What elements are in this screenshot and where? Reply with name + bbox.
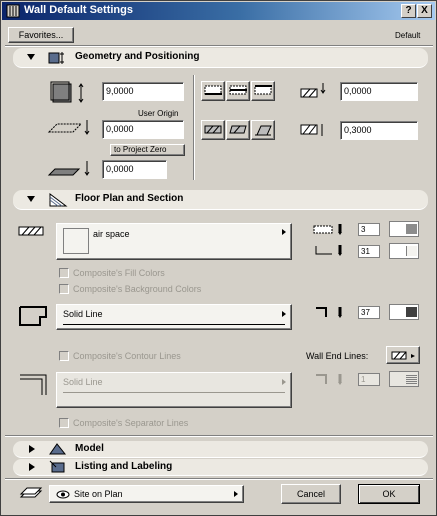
user-origin-label: User Origin: [138, 109, 179, 118]
listing-icon: [49, 460, 65, 473]
fill-preview: [63, 228, 89, 254]
composite-fill-colors-label: Composite's Fill Colors: [73, 268, 165, 278]
fill-pen-input[interactable]: 3: [358, 223, 380, 236]
project-zero-popup[interactable]: to Project Zero: [110, 144, 185, 156]
fill-pen-swatch[interactable]: [389, 221, 419, 237]
wall-base-input[interactable]: 0,0000: [102, 160, 167, 179]
default-label: Default: [395, 31, 421, 40]
separator-line-name: Solid Line: [63, 377, 103, 387]
model-section-title: Model: [75, 443, 104, 454]
cut-fill-popup[interactable]: air space: [56, 223, 292, 260]
model-section-header[interactable]: Model: [13, 441, 428, 458]
separator-line-icon: [20, 374, 47, 395]
line-preview: [63, 392, 285, 393]
layer-name: Site on Plan: [74, 489, 123, 499]
collapse-triangle-icon[interactable]: [29, 445, 35, 453]
background-pen-swatch[interactable]: [389, 243, 419, 259]
cancel-button[interactable]: Cancel: [281, 484, 341, 504]
thickness-icon: [300, 124, 323, 136]
background-pen-input[interactable]: 31: [358, 245, 380, 258]
composite-separator-lines-label: Composite's Separator Lines: [73, 418, 189, 428]
favorites-button[interactable]: Favorites...: [8, 27, 74, 43]
wall-default-settings-dialog: Wall Default Settings ? X Favorites... D…: [0, 0, 437, 516]
contour-line-icon: [19, 306, 47, 326]
composite-fill-colors-checkbox[interactable]: [59, 268, 69, 278]
wall-polygon-button[interactable]: [251, 120, 275, 140]
popup-arrow-icon: [282, 229, 286, 235]
composite-bg-colors-checkbox[interactable]: [59, 284, 69, 294]
geometry-icon: [48, 52, 64, 64]
contour-line-name: Solid Line: [63, 309, 103, 319]
floor-plan-section-title: Floor Plan and Section: [75, 193, 184, 204]
wall-height-input[interactable]: 9,0000: [102, 82, 184, 101]
contour-pen-swatch[interactable]: [389, 304, 419, 320]
cut-fill-icon: [18, 226, 44, 236]
floor-plan-section-header[interactable]: Floor Plan and Section: [13, 190, 428, 210]
fill-name: air space: [93, 229, 130, 239]
layers-icon: [19, 487, 43, 498]
wall-height-icon: [50, 81, 84, 103]
popup-arrow-icon: [282, 311, 286, 317]
window-title: Wall Default Settings: [24, 4, 133, 16]
separator-pen-swatch[interactable]: [389, 371, 419, 387]
expand-triangle-icon[interactable]: [27, 196, 35, 202]
divider: [5, 435, 433, 437]
listing-section-header[interactable]: Listing and Labeling: [13, 459, 428, 476]
composite-contour-lines-checkbox[interactable]: [59, 351, 69, 361]
ref-line-center-button[interactable]: [226, 81, 250, 101]
geometry-section-title: Geometry and Positioning: [75, 51, 200, 62]
separator-pen-icon: [316, 374, 342, 385]
model-icon: [49, 443, 67, 455]
composite-separator-lines-checkbox[interactable]: [59, 418, 69, 428]
contour-pen-icon: [316, 307, 342, 318]
close-button[interactable]: X: [417, 4, 432, 18]
title-bar[interactable]: Wall Default Settings ? X: [2, 2, 435, 20]
thickness-input[interactable]: 0,3000: [340, 121, 418, 140]
wall-offset-icon: [47, 120, 90, 135]
project-zero-label: to Project Zero: [114, 145, 167, 154]
contour-pen-input[interactable]: 37: [358, 306, 380, 319]
wall-base-icon: [47, 161, 90, 176]
separator-line-popup[interactable]: Solid Line: [56, 372, 292, 408]
help-button[interactable]: ?: [401, 4, 416, 18]
composite-contour-lines-label: Composite's Contour Lines: [73, 351, 181, 361]
geometry-section-header[interactable]: Geometry and Positioning: [13, 48, 428, 68]
fill-pen-icon: [313, 224, 342, 235]
background-pen-icon: [315, 245, 342, 256]
popup-arrow-icon: [234, 491, 238, 497]
line-preview: [63, 324, 285, 325]
separator-pen-input[interactable]: 1: [358, 373, 380, 386]
expand-triangle-icon[interactable]: [27, 54, 35, 60]
popup-arrow-icon: [282, 379, 286, 385]
divider: [193, 75, 195, 180]
composite-bg-colors-label: Composite's Background Colors: [73, 284, 202, 294]
listing-section-title: Listing and Labeling: [75, 461, 173, 472]
wall-trapezoid-button[interactable]: [226, 120, 250, 140]
wall-offset-input[interactable]: 0,0000: [102, 120, 184, 139]
eye-icon: [56, 490, 70, 499]
ok-button[interactable]: OK: [358, 484, 420, 504]
wall-straight-button[interactable]: [201, 120, 225, 140]
ref-line-outside-button[interactable]: [201, 81, 225, 101]
wall-tool-icon: [6, 4, 20, 18]
floor-plan-icon: [49, 193, 68, 207]
layer-popup[interactable]: Site on Plan: [49, 485, 244, 503]
top-offset-icon: [300, 83, 326, 98]
wall-end-lines-button[interactable]: [386, 346, 420, 364]
wall-end-lines-label: Wall End Lines:: [306, 351, 369, 361]
divider: [5, 478, 433, 480]
divider: [5, 45, 433, 47]
ref-line-inside-button[interactable]: [251, 81, 275, 101]
contour-line-popup[interactable]: Solid Line: [56, 304, 292, 330]
collapse-triangle-icon[interactable]: [29, 463, 35, 471]
top-offset-input[interactable]: 0,0000: [340, 82, 418, 101]
